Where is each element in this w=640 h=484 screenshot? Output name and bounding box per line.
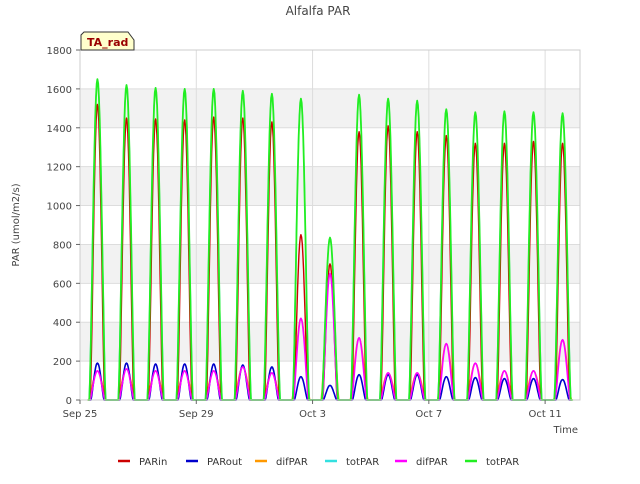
badge-label: TA_rad (87, 36, 128, 49)
y-axis-label: PAR (umol/m2/s) (11, 183, 22, 266)
legend-label: difPAR (276, 457, 308, 468)
y-tick-label: 800 (53, 240, 72, 251)
legend-label: difPAR (416, 457, 448, 468)
x-tick-label: Oct 11 (529, 409, 562, 420)
x-tick-label: Oct 7 (415, 409, 442, 420)
plot-band (80, 322, 580, 362)
x-axis-label: Time (553, 425, 578, 436)
x-tick-label: Sep 25 (63, 409, 98, 420)
y-tick-label: 400 (53, 318, 72, 329)
legend-label: PARin (139, 457, 167, 468)
y-tick-label: 1800 (47, 46, 72, 57)
y-tick-label: 1400 (47, 124, 72, 135)
y-tick-label: 1200 (47, 163, 72, 174)
x-axis-ticks: Sep 25 Sep 29 Oct 3 Oct 7 Oct 11 (63, 400, 562, 420)
y-tick-label: 1000 (47, 202, 72, 213)
ta-rad-badge: TA_rad (80, 31, 135, 51)
legend-label: PARout (207, 457, 242, 468)
y-tick-label: 600 (53, 279, 72, 290)
y-tick-label: 200 (53, 357, 72, 368)
legend-label: totPAR (346, 457, 379, 468)
y-tick-label: 0 (66, 396, 72, 407)
plot-band (80, 50, 580, 89)
y-tick-label: 1600 (47, 85, 72, 96)
y-axis-ticks: 0 200 400 600 800 1000 1200 1400 1600 1800 (47, 46, 80, 407)
chart-title: Alfalfa PAR (286, 4, 351, 18)
plot-band (80, 283, 580, 323)
legend: PARin PARout difPAR totPAR difPAR totPAR (118, 457, 519, 468)
legend-label: totPAR (486, 457, 519, 468)
chart-svg: Alfalfa PAR 0 200 400 600 800 1000 1200 1400 160… (11, 4, 581, 468)
x-tick-label: Sep 29 (179, 409, 214, 420)
plot-band (80, 166, 580, 206)
chart: Alfalfa PAR 0 200 400 600 800 1000 1200 1400 160… (0, 0, 640, 480)
x-tick-label: Oct 3 (299, 409, 326, 420)
